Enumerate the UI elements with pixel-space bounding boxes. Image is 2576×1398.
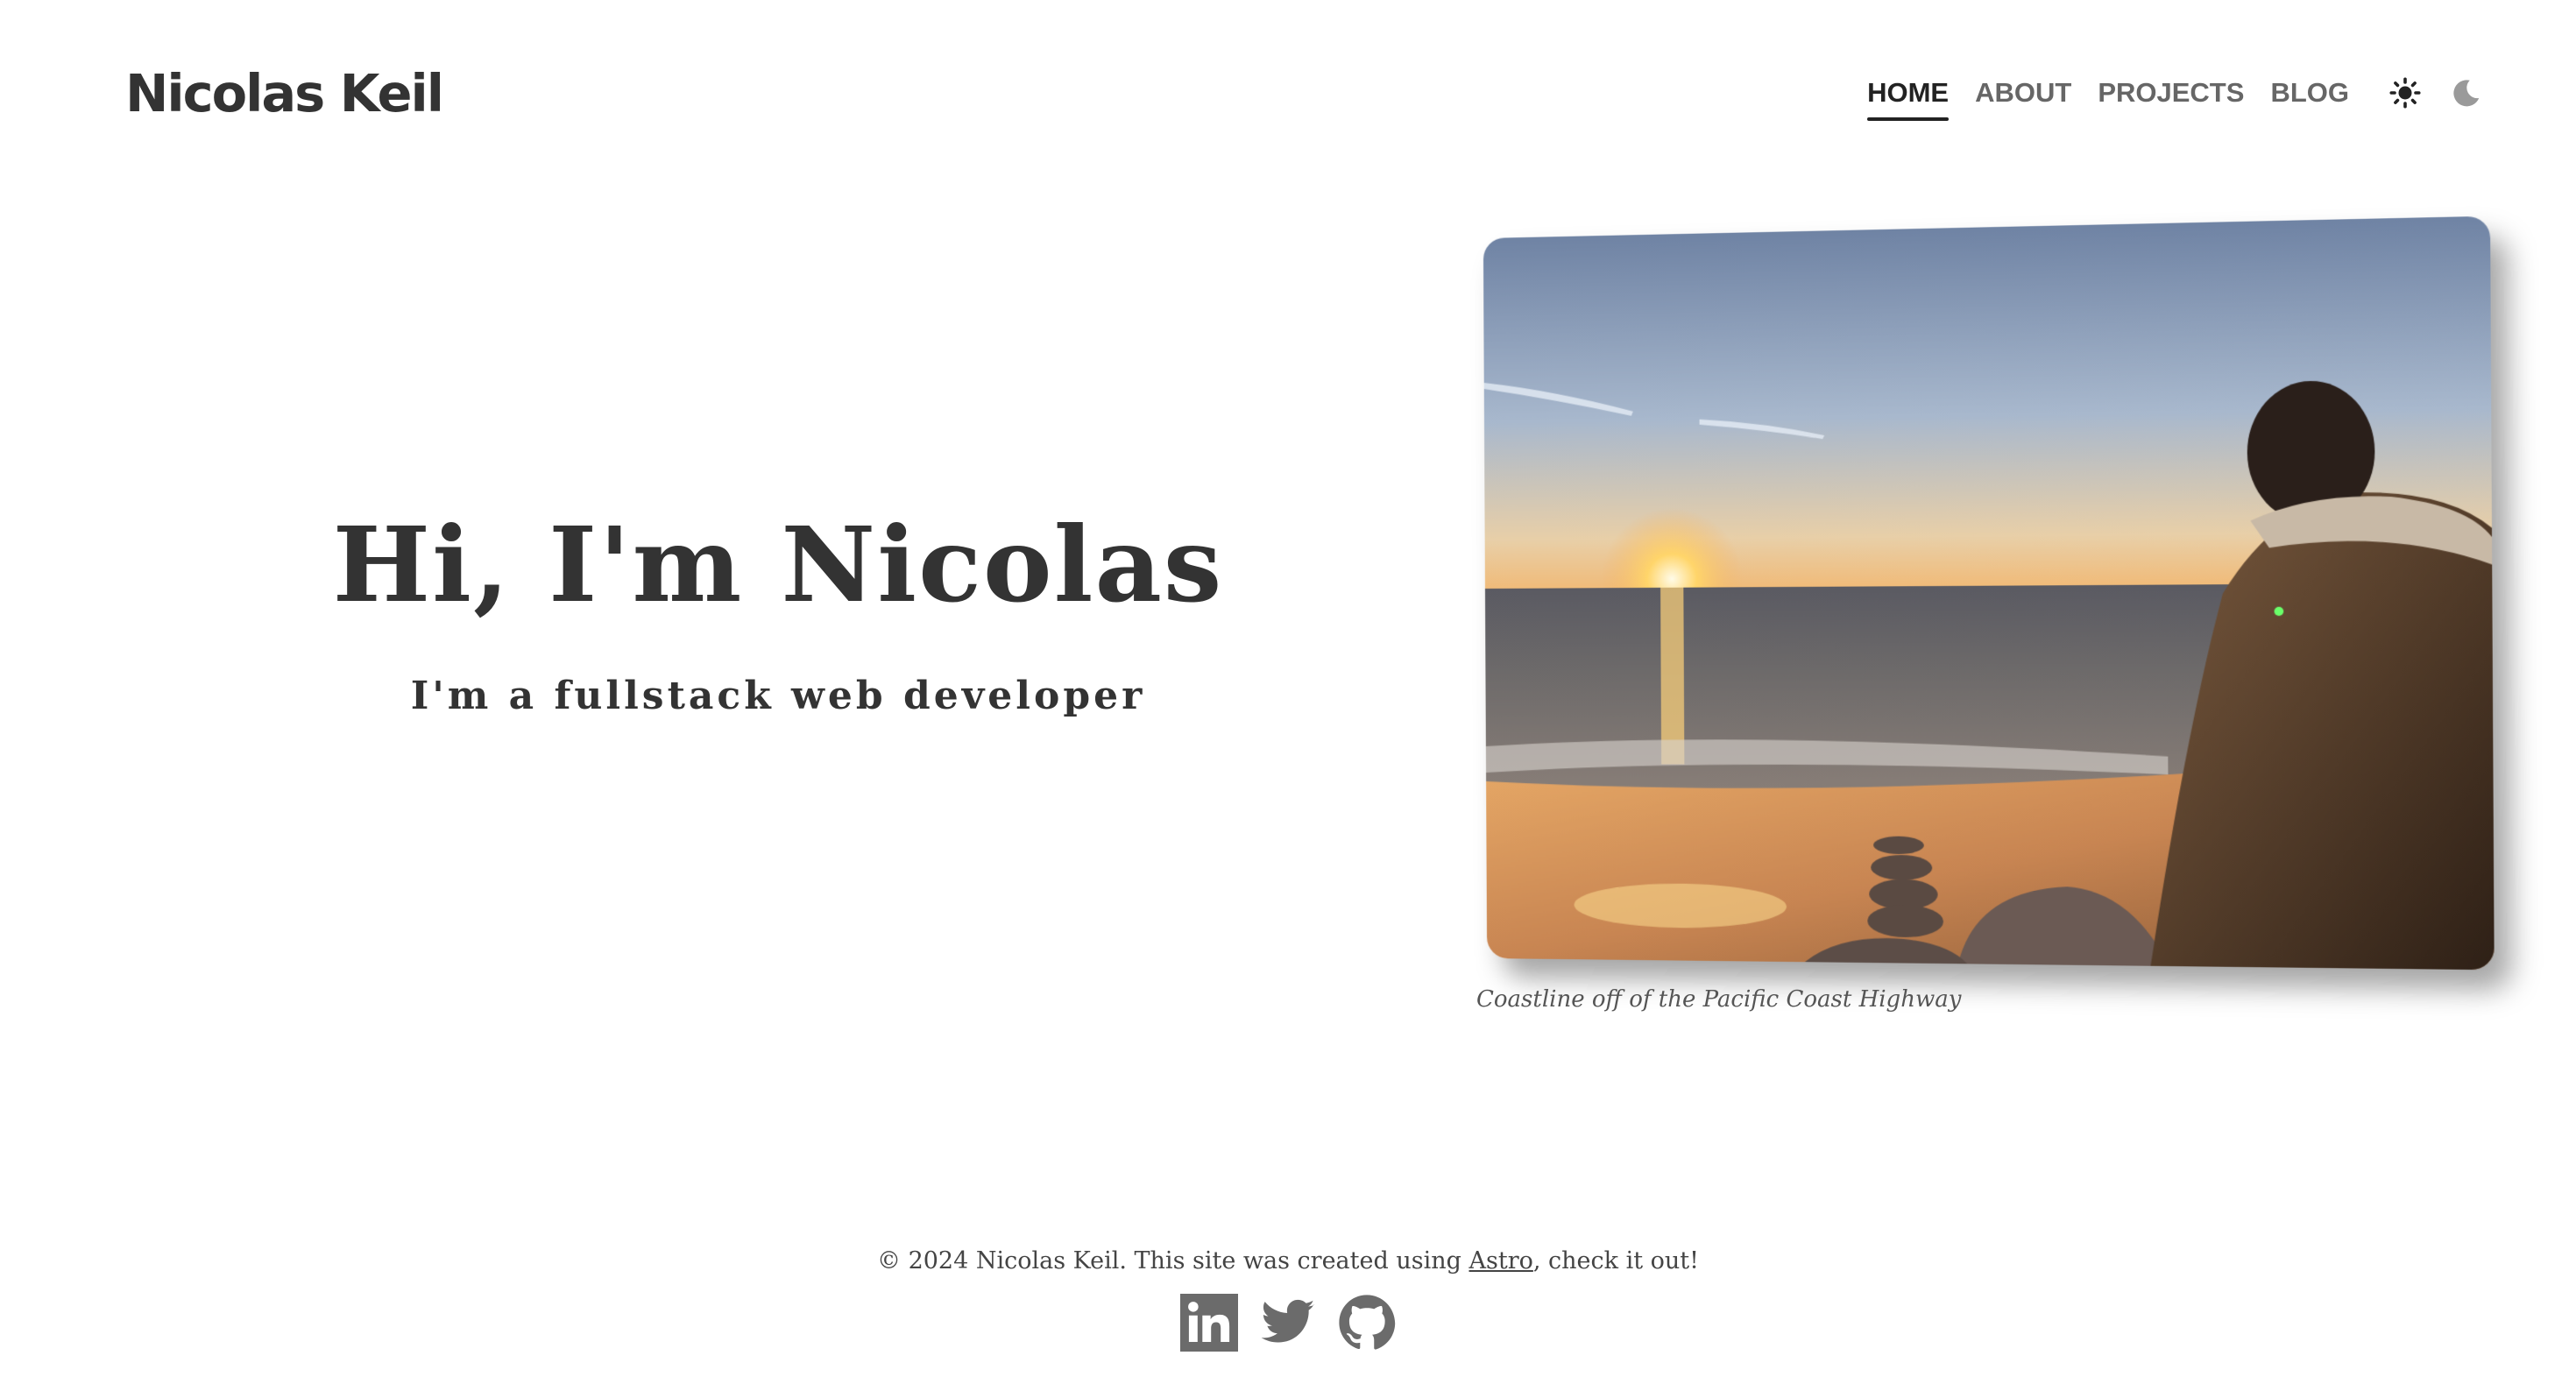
hero-figure: [1483, 215, 2495, 972]
astro-link[interactable]: Astro: [1469, 1247, 1533, 1274]
nav-home[interactable]: HOME: [1867, 72, 1950, 121]
coastline-photo: [1483, 215, 2495, 971]
github-icon: [1339, 1295, 1396, 1350]
light-theme-button[interactable]: [2388, 75, 2423, 110]
nav-projects[interactable]: PROJECTS: [2098, 72, 2244, 114]
photo-caption: Coastline off of the Pacific Coast Highw…: [1476, 986, 1962, 1013]
copyright-prefix: © 2024 Nicolas Keil. This site was creat…: [876, 1247, 1469, 1274]
social-links: [0, 1294, 2576, 1352]
site-title[interactable]: Nicolas Keil: [125, 54, 444, 133]
twitter-link[interactable]: [1259, 1294, 1317, 1352]
footer-copyright: © 2024 Nicolas Keil. This site was creat…: [0, 1247, 2576, 1274]
copyright-suffix: , check it out!: [1532, 1247, 1700, 1274]
footer: © 2024 Nicolas Keil. This site was creat…: [0, 1247, 2576, 1352]
linkedin-link[interactable]: [1180, 1294, 1238, 1352]
moon-icon: [2453, 80, 2480, 107]
sun-icon: [2389, 77, 2421, 109]
github-link[interactable]: [1338, 1294, 1396, 1352]
hero-photo: [1483, 215, 2495, 971]
theme-toggle: [2388, 75, 2484, 110]
dark-theme-button[interactable]: [2449, 75, 2484, 110]
main-nav: HOME ABOUT PROJECTS BLOG: [1867, 72, 2349, 124]
hero-subheading: I'm a fullstack web developer: [410, 674, 1146, 718]
twitter-icon: [1261, 1299, 1315, 1343]
linkedin-icon: [1180, 1294, 1238, 1352]
hero-heading: Hi, I'm Nicolas: [332, 504, 1224, 625]
nav-about[interactable]: ABOUT: [1975, 72, 2071, 114]
hero-intro: Hi, I'm Nicolas I'm a fullstack web deve…: [125, 491, 1431, 736]
nav-blog[interactable]: BLOG: [2270, 72, 2349, 114]
